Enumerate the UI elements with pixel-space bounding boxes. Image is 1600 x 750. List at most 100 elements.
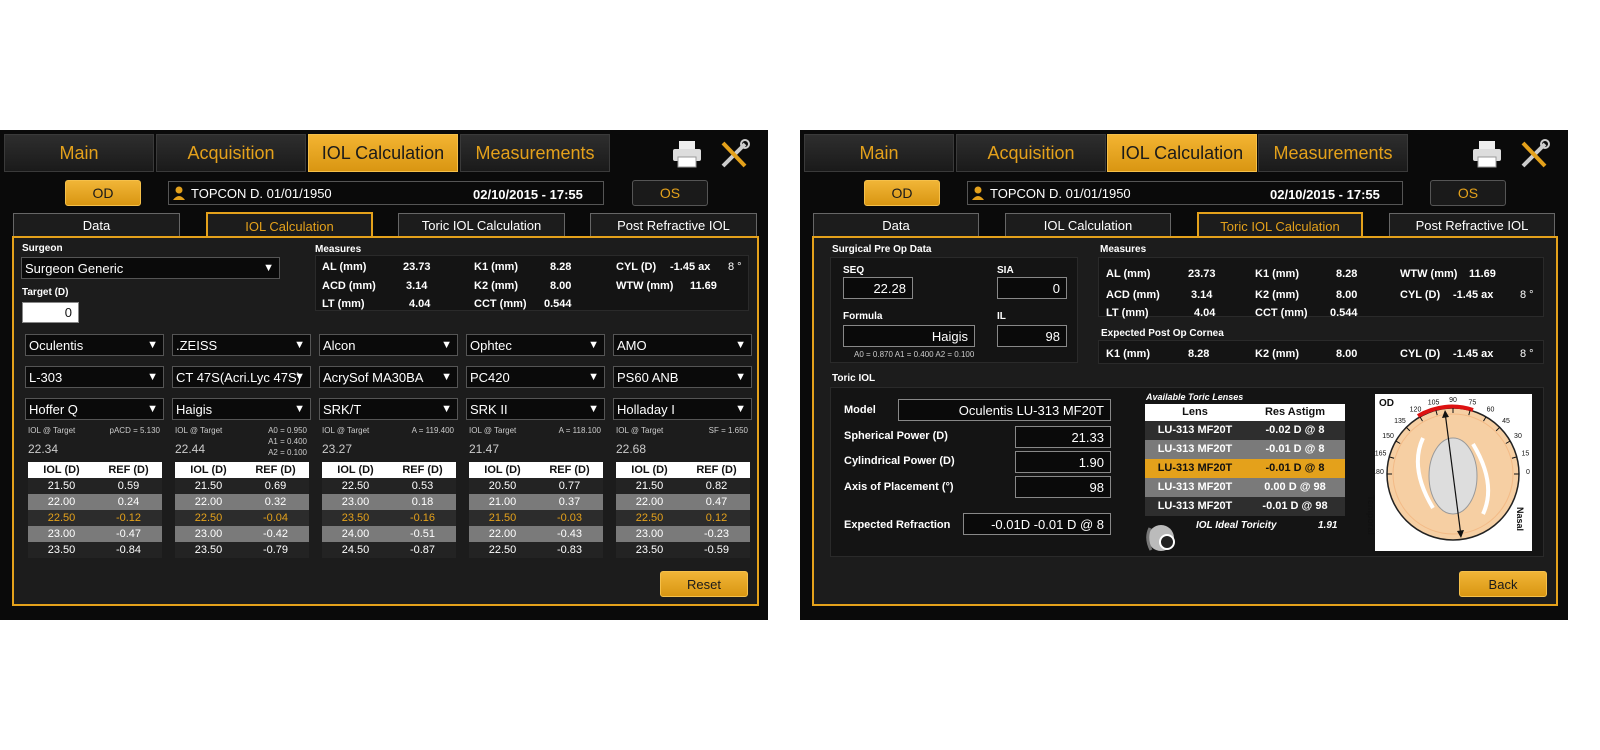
formula-input[interactable]: Haigis <box>843 325 975 347</box>
iol-value: 23.00 <box>194 528 223 540</box>
lens-icon[interactable] <box>1145 520 1181 556</box>
exp-refraction-label: Expected Refraction <box>844 519 951 531</box>
table-row[interactable]: 24.00 -0.51 <box>322 526 456 542</box>
formula-constants: A0 = 0.870 A1 = 0.400 A2 = 0.100 <box>854 350 975 359</box>
reset-button[interactable]: Reset <box>660 571 748 597</box>
lens-maker-select[interactable]: AMO ▼ <box>613 334 752 356</box>
table-row[interactable]: 23.00 -0.42 <box>175 526 309 542</box>
iol-value: 22.50 <box>47 512 76 524</box>
tab-acquisition[interactable]: Acquisition <box>156 134 306 172</box>
subtab-iol-calculation[interactable]: IOL Calculation <box>1005 213 1171 237</box>
table-row[interactable]: 22.50 -0.83 <box>469 542 603 558</box>
back-button[interactable]: Back <box>1459 571 1547 597</box>
lens-formula-select[interactable]: SRK/T ▼ <box>319 398 458 420</box>
lens-formula-value: SRK II <box>470 401 508 417</box>
tools-icon[interactable] <box>1518 138 1552 170</box>
tab-main[interactable]: Main <box>4 134 154 172</box>
lens-formula-select[interactable]: Haigis ▼ <box>172 398 311 420</box>
tab-main[interactable]: Main <box>804 134 954 172</box>
table-row[interactable]: 22.50 0.12 <box>616 510 750 526</box>
subtab-data[interactable]: Data <box>813 213 979 237</box>
tab-iol-calculation[interactable]: IOL Calculation <box>1107 134 1257 172</box>
table-row[interactable]: 20.50 0.77 <box>469 478 603 494</box>
tab-acquisition[interactable]: Acquisition <box>956 134 1106 172</box>
table-row[interactable]: 21.00 0.37 <box>469 494 603 510</box>
table-row[interactable]: 22.00 -0.43 <box>469 526 603 542</box>
lens-model-select[interactable]: CT 47S(Acri.Lyc 47S) ▼ <box>172 366 311 388</box>
subtab-post-refractive[interactable]: Post Refractive IOL <box>1389 213 1555 237</box>
os-button[interactable]: OS <box>632 180 708 206</box>
lens-formula-select[interactable]: SRK II ▼ <box>466 398 605 420</box>
subtab-data[interactable]: Data <box>13 213 180 237</box>
table-row[interactable]: 21.50 0.69 <box>175 478 309 494</box>
table-row[interactable]: 23.50 -0.16 <box>322 510 456 526</box>
table-row[interactable]: 22.50 -0.12 <box>28 510 162 526</box>
sia-input[interactable]: 0 <box>997 277 1067 299</box>
printer-icon[interactable] <box>670 138 704 170</box>
surgeon-select[interactable]: Surgeon Generic ▼ <box>21 257 280 279</box>
table-row[interactable]: 23.00 0.18 <box>322 494 456 510</box>
table-row[interactable]: 24.50 -0.87 <box>322 542 456 558</box>
measure-value: 4.04 <box>1194 307 1216 319</box>
table-row[interactable]: 23.50 -0.79 <box>175 542 309 558</box>
lens-maker-select[interactable]: .ZEISS ▼ <box>172 334 311 356</box>
sph-input[interactable]: 21.33 <box>1015 426 1111 448</box>
ref-header: REF (D) <box>402 464 443 476</box>
lens-formula-select[interactable]: Hoffer Q ▼ <box>25 398 164 420</box>
table-row[interactable]: 22.50 0.53 <box>322 478 456 494</box>
lens-model-select[interactable]: L-303 ▼ <box>25 366 164 388</box>
seq-input[interactable]: 22.28 <box>843 277 913 299</box>
table-row[interactable]: 22.00 0.24 <box>28 494 162 510</box>
tab-iol-calculation[interactable]: IOL Calculation <box>308 134 458 172</box>
chevron-down-icon: ▼ <box>294 339 305 351</box>
table-row[interactable]: 21.50 0.82 <box>616 478 750 494</box>
subtab-post-refractive[interactable]: Post Refractive IOL <box>590 213 757 237</box>
tab-measurements[interactable]: Measurements <box>1258 134 1408 172</box>
table-row[interactable]: 21.50 0.59 <box>28 478 162 494</box>
lens-maker-select[interactable]: Alcon ▼ <box>319 334 458 356</box>
target-input[interactable]: 0 <box>22 302 79 323</box>
lens-maker-select[interactable]: Ophtec ▼ <box>466 334 605 356</box>
table-row[interactable]: 23.50 -0.59 <box>616 542 750 558</box>
table-row[interactable]: 23.00 -0.47 <box>28 526 162 542</box>
table-row[interactable]: 23.00 -0.23 <box>616 526 750 542</box>
lens-row[interactable]: LU-313 MF20T -0.01 D @ 8 <box>1145 459 1345 478</box>
lens-row[interactable]: LU-313 MF20T 0.00 D @ 98 <box>1145 478 1345 497</box>
axis-label: Axis of Placement (°) <box>844 481 954 493</box>
od-button[interactable]: OD <box>65 180 141 206</box>
tab-measurements[interactable]: Measurements <box>460 134 610 172</box>
il-input[interactable]: 98 <box>997 325 1067 347</box>
lens-row[interactable]: LU-313 MF20T -0.01 D @ 98 <box>1145 497 1345 516</box>
lens-row[interactable]: LU-313 MF20T -0.01 D @ 8 <box>1145 440 1345 459</box>
ref-value: -0.59 <box>703 544 730 556</box>
iol-header: IOL (D) <box>484 464 521 476</box>
chevron-down-icon: ▼ <box>263 262 274 274</box>
subtab-toric[interactable]: Toric IOL Calculation <box>398 213 565 237</box>
table-row[interactable]: 21.50 -0.03 <box>469 510 603 526</box>
post-op-value: 8.00 <box>1336 348 1358 360</box>
cyl-input[interactable]: 1.90 <box>1015 451 1111 473</box>
measure-value: 11.69 <box>690 280 717 292</box>
subtab-toric[interactable]: Toric IOL Calculation <box>1197 212 1363 238</box>
printer-icon[interactable] <box>1470 138 1504 170</box>
iol-value: 23.00 <box>47 528 76 540</box>
lens-name: LU-313 MF20T <box>1157 481 1233 493</box>
table-row[interactable]: 22.00 0.32 <box>175 494 309 510</box>
axis-input[interactable]: 98 <box>1015 476 1111 498</box>
od-button[interactable]: OD <box>864 180 940 206</box>
tools-icon[interactable] <box>718 138 752 170</box>
model-input[interactable]: Oculentis LU-313 MF20T <box>898 399 1111 421</box>
ref-value: -0.47 <box>115 528 142 540</box>
lens-formula-select[interactable]: Holladay I ▼ <box>613 398 752 420</box>
table-row[interactable]: 22.50 -0.04 <box>175 510 309 526</box>
lens-row[interactable]: LU-313 MF20T -0.02 D @ 8 <box>1145 421 1345 440</box>
lens-maker-select[interactable]: Oculentis ▼ <box>25 334 164 356</box>
subtab-iol-calculation[interactable]: IOL Calculation <box>206 212 373 238</box>
lens-model-select[interactable]: PC420 ▼ <box>466 366 605 388</box>
lens-model-select[interactable]: AcrySof MA30BA ▼ <box>319 366 458 388</box>
ref-header: REF (D) <box>108 464 149 476</box>
os-button[interactable]: OS <box>1430 180 1506 206</box>
lens-model-select[interactable]: PS60 ANB ▼ <box>613 366 752 388</box>
table-row[interactable]: 23.50 -0.84 <box>28 542 162 558</box>
table-row[interactable]: 22.00 0.47 <box>616 494 750 510</box>
